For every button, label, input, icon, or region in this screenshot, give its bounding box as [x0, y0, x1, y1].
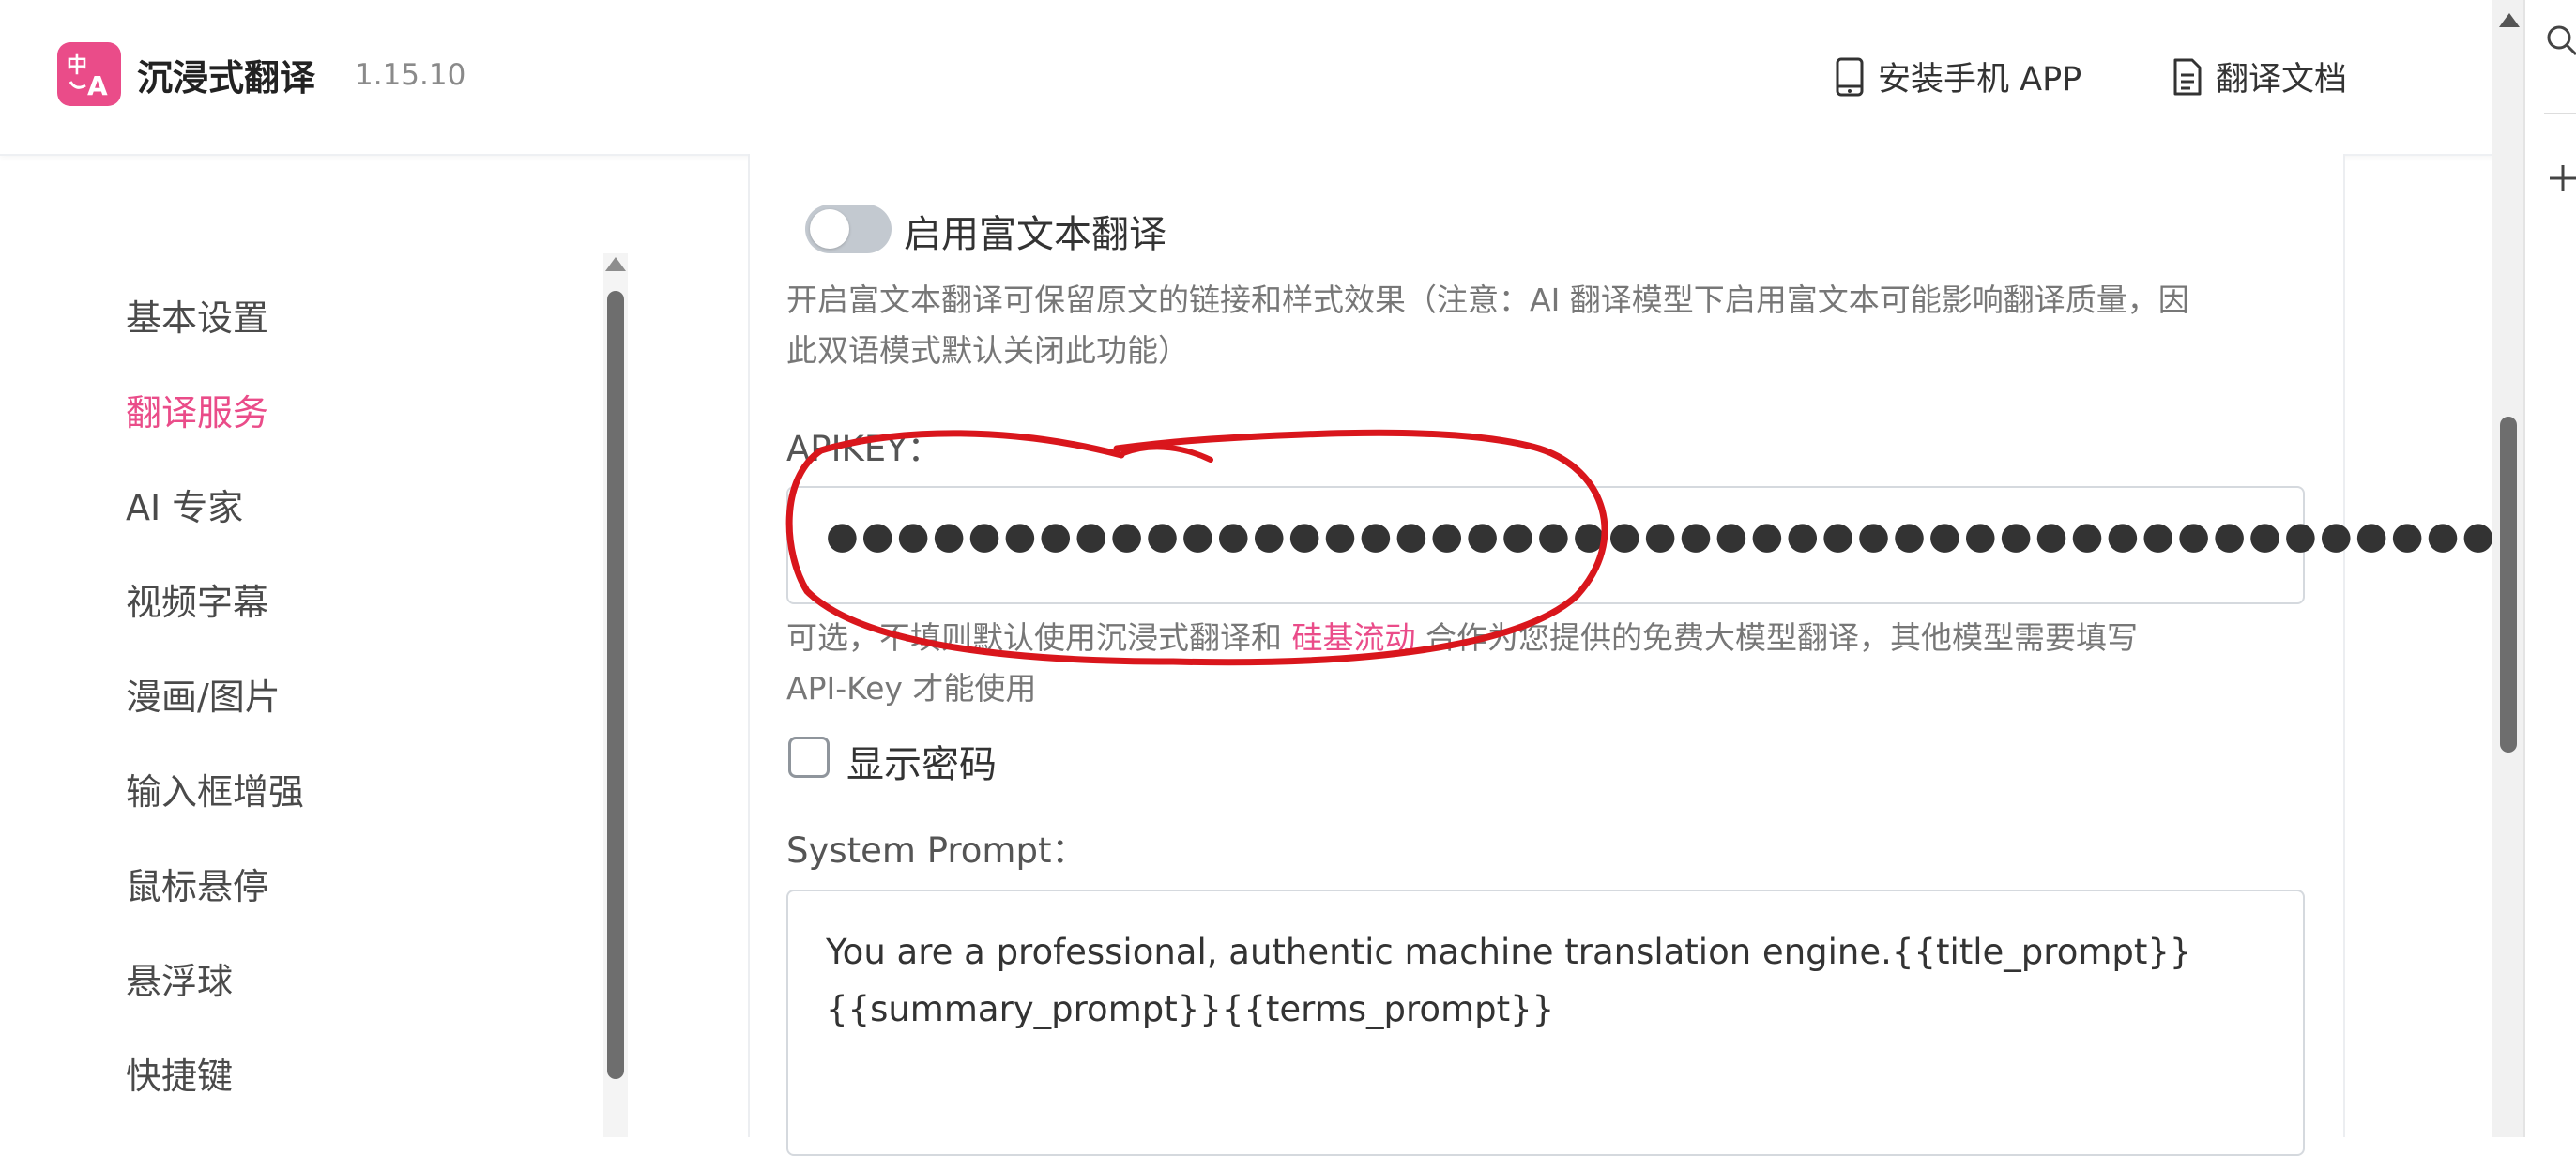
app-header: 中 A 沉浸式翻译 1.15.10 安装手机 APP 翻译文档: [0, 0, 2496, 156]
search-icon[interactable]: [2544, 23, 2576, 60]
side-panel-divider: [2544, 113, 2576, 114]
window-scrollbar-thumb[interactable]: [2500, 417, 2517, 753]
plus-icon[interactable]: [2544, 160, 2576, 197]
rich-text-help-line1: 开启富文本翻译可保留原文的链接和样式效果（注意：AI 翻译模型下启用富文本可能影…: [786, 281, 2189, 318]
sidebar-item-input-enhance[interactable]: 输入框增强: [126, 763, 304, 814]
siliconflow-link[interactable]: 硅基流动: [1292, 619, 1416, 656]
sidebar-item-mouse-hover[interactable]: 鼠标悬停: [126, 858, 268, 909]
sidebar-item-floating-ball[interactable]: 悬浮球: [126, 952, 233, 1004]
install-app-link[interactable]: 安装手机 APP: [1835, 53, 2081, 100]
sidebar-item-translation-service[interactable]: 翻译服务: [126, 384, 268, 435]
apikey-help-line2: API-Key 才能使用: [786, 670, 1037, 707]
system-prompt-label: System Prompt：: [786, 830, 1087, 871]
sidebar-scroll-up-arrow[interactable]: [605, 257, 626, 271]
system-prompt-value: You are a professional, authentic machin…: [826, 932, 2192, 1029]
browser-side-panel: [2523, 0, 2576, 1137]
document-icon: [2173, 58, 2202, 95]
sidebar-item-basic-settings[interactable]: 基本设置: [126, 289, 268, 341]
app-name: 沉浸式翻译: [137, 57, 316, 99]
app-logo: 中 A: [57, 42, 121, 106]
sidebar-scrollbar-thumb[interactable]: [607, 291, 624, 1079]
sidebar-item-manga-images[interactable]: 漫画/图片: [126, 668, 281, 720]
apikey-help-prefix: 可选，不填则默认使用沉浸式翻译和: [786, 619, 1292, 656]
phone-icon: [1836, 57, 1864, 96]
apikey-label: APIKEY：: [786, 429, 942, 469]
rich-text-help-line2: 此双语模式默认关闭此功能）: [786, 332, 1189, 369]
app-version: 1.15.10: [355, 58, 466, 92]
docs-link[interactable]: 翻译文档: [2172, 53, 2347, 100]
apikey-help-suffix: 合作为您提供的免费大模型翻译，其他模型需要填写: [1415, 619, 2138, 656]
show-password-label[interactable]: 显示密码: [846, 734, 997, 788]
window-scroll-up-arrow[interactable]: [2499, 13, 2520, 27]
apikey-help-line1: 可选，不填则默认使用沉浸式翻译和 硅基流动 合作为您提供的免费大模型翻译，其他模…: [786, 613, 2138, 663]
sidebar-item-video-subtitles[interactable]: 视频字幕: [126, 573, 268, 625]
svg-text:中: 中: [67, 54, 87, 78]
rich-text-toggle[interactable]: [805, 205, 892, 253]
translate-logo-icon: 中 A: [67, 54, 108, 100]
toggle-knob: [810, 209, 849, 249]
docs-label: 翻译文档: [2216, 61, 2348, 99]
svg-text:A: A: [87, 70, 108, 100]
rich-text-toggle-label: 启用富文本翻译: [904, 213, 1166, 256]
apikey-masked-value: ●●●●●●●●●●●●●●●●●●●●●●●●●●●●●●●●●●●●●●●●…: [826, 514, 2576, 557]
install-app-label: 安装手机 APP: [1878, 61, 2082, 99]
sidebar-item-ai-expert[interactable]: AI 专家: [126, 479, 243, 530]
show-password-checkbox[interactable]: [788, 737, 830, 778]
sidebar-item-shortcuts[interactable]: 快捷键: [126, 1047, 233, 1099]
